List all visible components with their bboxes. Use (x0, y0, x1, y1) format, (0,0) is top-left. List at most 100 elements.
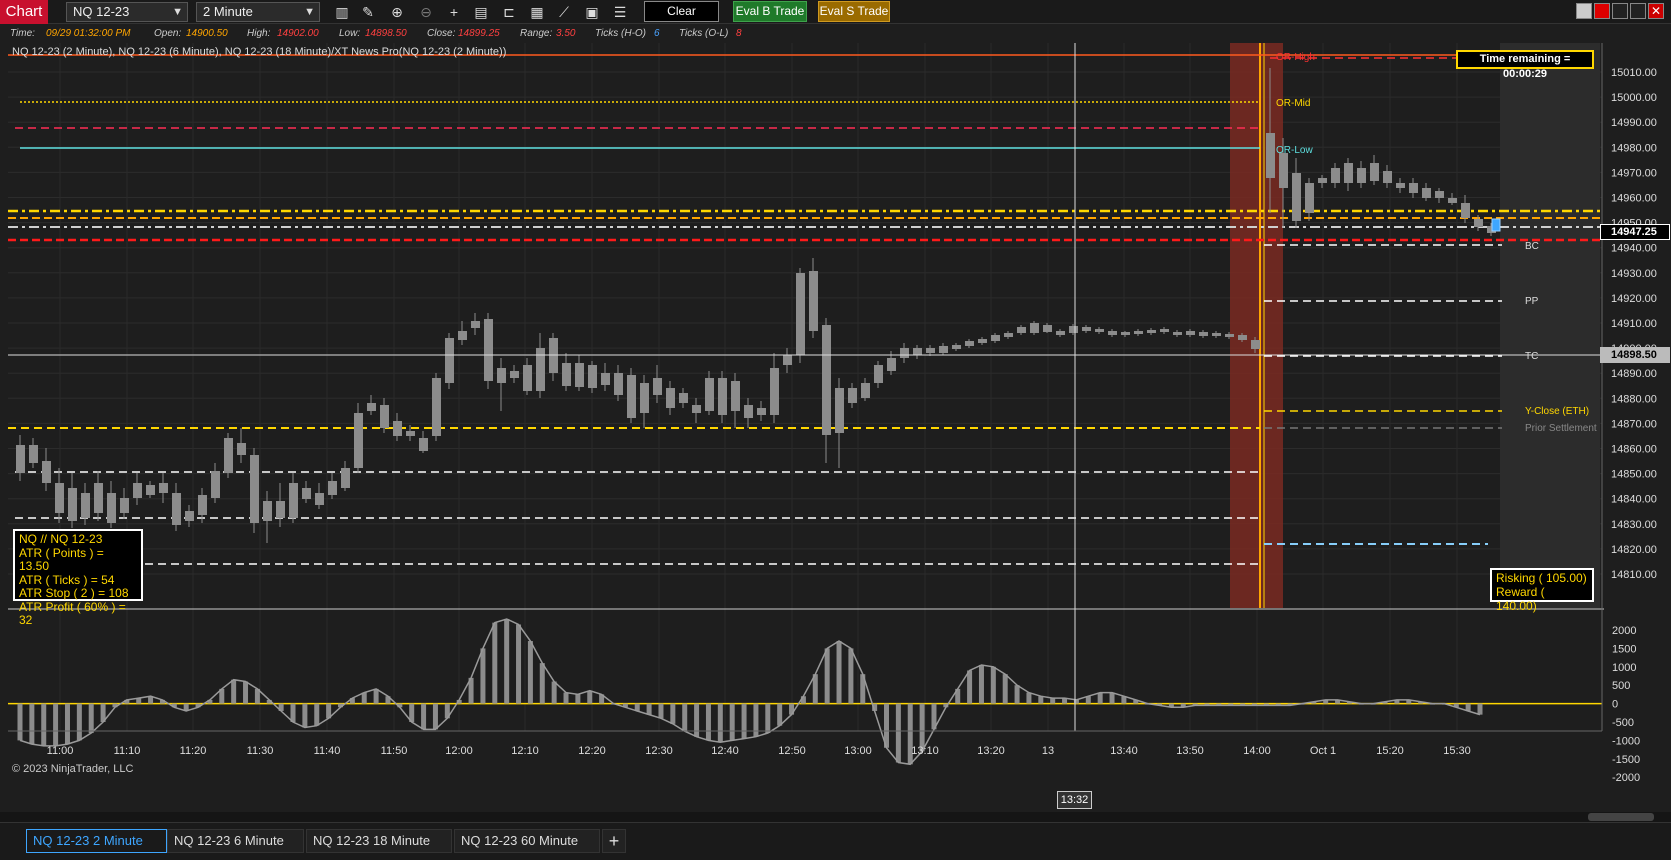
or-mid-label: OR-Mid (1276, 98, 1310, 109)
candle-body (1017, 327, 1026, 333)
tab-nq-2-minute[interactable]: NQ 12-23 2 Minute (26, 829, 167, 853)
osc-bar (17, 703, 23, 741)
candle-body (29, 445, 38, 463)
tab-nq-18-minute[interactable]: NQ 12-23 18 Minute (306, 829, 452, 853)
minimize-icon[interactable] (1612, 3, 1628, 19)
candle-body (1095, 329, 1104, 332)
osc-bar (1109, 692, 1115, 704)
osc-tick-label: -1000 (1612, 735, 1640, 747)
prior-settlement-label: Prior Settlement (1525, 423, 1597, 434)
osc-bar (551, 681, 557, 704)
tab-nq-60-minute[interactable]: NQ 12-23 60 Minute (454, 829, 600, 853)
candle-body (1422, 188, 1431, 198)
candle-body (1134, 331, 1143, 334)
low-value: 14898.50 (365, 28, 407, 39)
candle-body (536, 348, 545, 391)
horizontal-scrollbar[interactable] (0, 812, 1671, 822)
osc-bar (504, 618, 510, 704)
osc-bar (480, 648, 486, 704)
calculator-icon[interactable]: ▣ (582, 2, 602, 22)
osc-bar (1038, 696, 1044, 704)
candle-body (1279, 153, 1288, 188)
crosshair-icon[interactable]: + (444, 2, 464, 22)
restore-icon[interactable] (1576, 3, 1592, 19)
osc-bar (895, 703, 901, 763)
time-tick-label: 15:20 (1376, 745, 1404, 757)
clear-button[interactable]: Clear (644, 1, 719, 22)
instrument-selector[interactable]: NQ 12-23 ▼ (66, 2, 188, 22)
osc-bar (53, 703, 59, 746)
price-tick-label: 14880.00 (1611, 393, 1657, 405)
candle-body (185, 511, 194, 521)
price-chart[interactable]: 15010.00 15000.00 14990.00 14980.00 14970.00… (0, 43, 1671, 812)
eval-b-trade-button[interactable]: Eval B Trade (733, 1, 807, 22)
price-tick-label: 14940.00 (1611, 243, 1657, 255)
bar-style-icon[interactable]: ▥ (332, 2, 352, 22)
strategies-icon[interactable]: ⟋ (554, 2, 574, 22)
candle-body (1199, 332, 1208, 336)
candle-body (497, 368, 506, 383)
osc-bar (1002, 674, 1008, 704)
close-value: 14899.25 (458, 28, 500, 39)
range-value: 3.50 (556, 28, 576, 39)
price-tick-label: 14920.00 (1611, 293, 1657, 305)
candle-body (263, 501, 272, 521)
maximize-icon[interactable] (1630, 3, 1646, 19)
ticks-ol-label: Ticks (O-L) (679, 28, 729, 39)
interval-selector[interactable]: 2 Minute ▼ (196, 2, 320, 22)
candle-body (289, 483, 298, 518)
indicators-icon[interactable]: ▦ (527, 2, 547, 22)
osc-bar (373, 688, 379, 704)
open-label: Open: (154, 28, 182, 39)
candle-body (783, 355, 792, 365)
time-tick-label: 13 (1042, 745, 1054, 757)
candle-body (718, 378, 727, 415)
candle-body (705, 378, 714, 411)
candle-body (887, 358, 896, 371)
osc-bar (848, 648, 854, 704)
time-tick-label: 11:30 (247, 745, 274, 757)
cursor-price-label: 14898.50 (1600, 347, 1670, 363)
tab-nq-6-minute[interactable]: NQ 12-23 6 Minute (167, 829, 304, 853)
osc-bar (231, 679, 237, 704)
osc-tick-label: -2000 (1612, 772, 1640, 784)
candle-body (1186, 331, 1195, 335)
candle-body (874, 365, 883, 383)
list-icon[interactable]: ☰ (610, 2, 630, 22)
add-tab-icon[interactable]: + (602, 829, 626, 853)
templates-icon[interactable]: ⊏ (499, 2, 519, 22)
open-value: 14900.50 (186, 28, 228, 39)
candle-body (432, 378, 441, 436)
atr-info-box: NQ // NQ 12-23 ATR ( Points ) = 13.50 AT… (13, 529, 143, 627)
red-window-icon[interactable] (1594, 3, 1610, 19)
time-label: Time: (10, 28, 35, 39)
osc-bar (1477, 703, 1483, 715)
draw-icon[interactable]: ✎ (358, 2, 378, 22)
candle-body (1225, 334, 1234, 337)
scrollbar-thumb[interactable] (1588, 813, 1654, 821)
time-tick-label: 13:40 (1110, 745, 1138, 757)
osc-bar (658, 703, 664, 719)
atr-ticks: ATR ( Ticks ) = 54 (19, 572, 115, 587)
price-axis[interactable]: 15010.00 15000.00 14990.00 14980.00 14970.00… (1611, 67, 1657, 581)
chevron-down-icon: ▼ (172, 6, 183, 18)
time-tick-label: 13:20 (977, 745, 1005, 757)
osc-bar (978, 664, 984, 704)
close-icon[interactable]: ✕ (1648, 3, 1664, 19)
properties-icon[interactable]: ▤ (471, 2, 491, 22)
candle-body (1318, 178, 1327, 183)
candle-body (627, 375, 636, 418)
candle-body (1030, 323, 1039, 333)
candle-body (510, 371, 519, 378)
candle-body (68, 488, 77, 521)
osc-tick-label: -1500 (1612, 754, 1640, 766)
candle-body (133, 483, 142, 498)
close-label: Close: (427, 28, 456, 39)
candle-body (978, 339, 987, 343)
osc-bar (432, 703, 438, 730)
zoom-out-icon[interactable]: ⊖ (416, 2, 436, 22)
eval-s-trade-button[interactable]: Eval S Trade (818, 1, 890, 22)
price-tick-label: 14860.00 (1611, 444, 1657, 456)
or-low-label: OR-Low (1276, 145, 1313, 156)
zoom-in-icon[interactable]: ⊕ (387, 2, 407, 22)
